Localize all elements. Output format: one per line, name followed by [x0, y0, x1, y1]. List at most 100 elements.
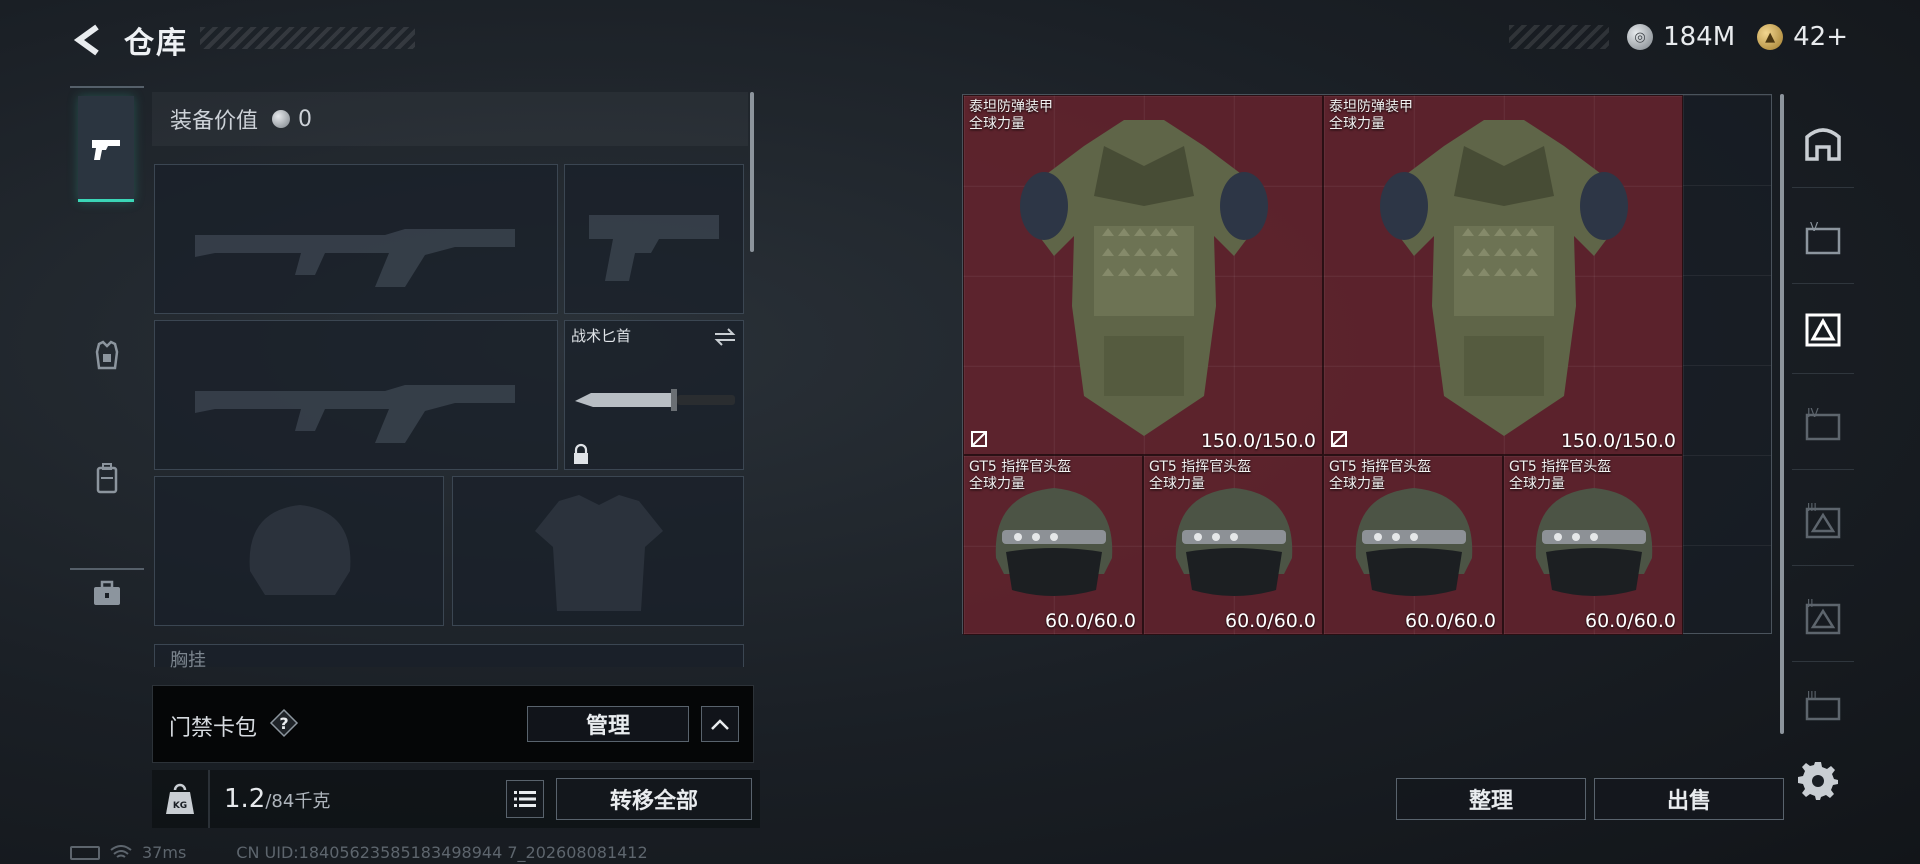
gear-icon[interactable] — [1798, 760, 1838, 800]
item-durability: 60.0/60.0 — [1584, 610, 1676, 632]
backpack-icon — [96, 463, 118, 494]
storage-tier-tab[interactable]: IV — [1792, 380, 1854, 470]
body-armor-slot[interactable] — [452, 476, 744, 626]
storage-item-armor[interactable]: 泰坦防弹装甲 全球力量 150.0/150.0 — [963, 95, 1323, 455]
item-name-line1: 泰坦防弹装甲 — [1329, 99, 1413, 115]
list-view-button[interactable] — [506, 780, 544, 818]
item-name-line2: 全球力量 — [969, 116, 1025, 132]
tier-label: V — [1810, 220, 1819, 234]
swap-icon[interactable] — [713, 327, 737, 347]
no-insure-icon — [1331, 431, 1347, 447]
storage-tier-tab-active[interactable] — [1792, 284, 1854, 374]
item-name: GT5 指挥官头盔 全球力量 — [1329, 459, 1431, 493]
rifle-silhouette-icon — [195, 229, 515, 287]
storage-tier-tab[interactable]: III — [1792, 476, 1854, 566]
storage-tier-tab[interactable]: V — [1792, 194, 1854, 284]
weight-max: /84千克 — [265, 791, 331, 812]
storage-item-helmet[interactable]: GT5 指挥官头盔 全球力量 60.0/60.0 — [963, 455, 1143, 635]
storage-item-helmet[interactable]: GT5 指挥官头盔 全球力量 60.0/60.0 — [1143, 455, 1323, 635]
title-decoration — [200, 27, 415, 49]
storage-item-armor[interactable]: 泰坦防弹装甲 全球力量 150.0/150.0 — [1323, 95, 1683, 455]
tier-iv-icon: IV — [1805, 406, 1841, 440]
tier-label: III — [1807, 501, 1817, 514]
secondary-weapon-slot[interactable] — [154, 320, 558, 470]
tactical-knife-icon — [575, 389, 735, 411]
pistol-silhouette-icon — [589, 215, 719, 281]
storage-tier-tab[interactable]: II — [1792, 572, 1854, 662]
item-name-line2: 全球力量 — [969, 476, 1025, 492]
ping-value: 37ms — [142, 843, 187, 862]
battery-icon — [70, 845, 100, 860]
status-bar: 37ms CN UID:18405623585183498944 7_20260… — [70, 843, 648, 862]
weight-icon: KG — [166, 783, 194, 814]
vault-icon — [1805, 127, 1841, 161]
body-armor-image — [1380, 120, 1628, 436]
equipment-value-bar: 装备价值 0 — [152, 92, 748, 146]
helmet-slot[interactable] — [154, 476, 444, 626]
loadout-scrollbar[interactable] — [750, 92, 754, 252]
briefcase-icon — [94, 580, 120, 605]
tier-label: II — [1807, 597, 1814, 610]
helmet-image — [995, 488, 1113, 596]
item-durability: 150.0/150.0 — [1560, 430, 1676, 452]
manage-button[interactable]: 管理 — [527, 706, 689, 742]
item-durability: 150.0/150.0 — [1200, 430, 1316, 452]
category-weapons-tab[interactable] — [78, 96, 134, 202]
item-name: 泰坦防弹装甲 全球力量 — [1329, 99, 1413, 133]
list-icon — [514, 791, 536, 807]
weight-bar: KG 1.2/84千克 转移全部 — [152, 770, 760, 828]
armor-icon — [95, 340, 119, 370]
chest-rig-slot[interactable] — [154, 644, 744, 667]
page-title: 仓库 — [124, 26, 188, 61]
back-button[interactable] — [68, 20, 108, 60]
tier-active-icon — [1805, 313, 1841, 346]
help-icon[interactable]: ? — [269, 708, 299, 738]
category-backpack-tab[interactable] — [70, 448, 144, 508]
lock-icon — [574, 443, 588, 464]
storage-item-helmet[interactable]: GT5 指挥官头盔 全球力量 60.0/60.0 — [1323, 455, 1503, 635]
silver-balance: 184M — [1663, 22, 1736, 52]
category-armor-tab[interactable] — [70, 326, 144, 386]
primary-weapon-slot[interactable] — [154, 164, 558, 314]
weight-icon-text: KG — [173, 801, 187, 811]
helmet-silhouette-icon — [249, 505, 351, 595]
gold-balance[interactable]: 42+ — [1793, 22, 1848, 52]
item-name: GT5 指挥官头盔 全球力量 — [969, 459, 1071, 493]
storage-overview-tab[interactable] — [1792, 98, 1854, 188]
back-arrow-icon — [73, 24, 99, 56]
chevron-up-icon — [711, 719, 729, 730]
uid-text: CN UID:18405623585183498944 7_2026080814… — [236, 843, 648, 862]
item-name-line2: 全球力量 — [1509, 476, 1565, 492]
sell-button[interactable]: 出售 — [1594, 778, 1784, 820]
storage-tier-tab[interactable]: III — [1792, 662, 1854, 752]
storage-item-helmet[interactable]: GT5 指挥官头盔 全球力量 60.0/60.0 — [1503, 455, 1683, 635]
tier-label: III — [1807, 689, 1817, 702]
item-name: GT5 指挥官头盔 全球力量 — [1149, 459, 1251, 493]
sidearm-slot[interactable] — [564, 164, 744, 314]
category-case-tab[interactable] — [70, 564, 144, 624]
item-name-line2: 全球力量 — [1329, 476, 1385, 492]
tier-label: IV — [1807, 406, 1820, 420]
knife-slot[interactable]: 战术匕首 — [564, 320, 744, 470]
storage-scrollbar[interactable] — [1780, 94, 1784, 734]
item-name: GT5 指挥官头盔 全球力量 — [1509, 459, 1611, 493]
helmet-image — [1535, 488, 1653, 596]
storage-tier-rail: V IV III II III — [1792, 98, 1854, 748]
item-name-line1: GT5 指挥官头盔 — [1329, 459, 1432, 475]
help-glyph: ? — [279, 714, 288, 733]
knife-slot-label: 战术匕首 — [571, 327, 632, 345]
equipment-value-label: 装备价值 — [170, 109, 259, 134]
body-armor-image — [1020, 120, 1268, 436]
tier-iii-icon: III — [1805, 689, 1841, 721]
helmet-image — [1175, 488, 1293, 596]
equipment-value: 0 — [298, 106, 313, 132]
category-rail — [70, 86, 144, 605]
item-durability: 60.0/60.0 — [1044, 610, 1136, 632]
no-insure-icon — [971, 431, 987, 447]
item-durability: 60.0/60.0 — [1224, 610, 1316, 632]
item-durability: 60.0/60.0 — [1404, 610, 1496, 632]
weight-value: 1.2/84千克 — [224, 784, 330, 814]
collapse-button[interactable] — [701, 706, 739, 742]
transfer-all-button[interactable]: 转移全部 — [556, 778, 752, 820]
sort-button[interactable]: 整理 — [1396, 778, 1586, 820]
